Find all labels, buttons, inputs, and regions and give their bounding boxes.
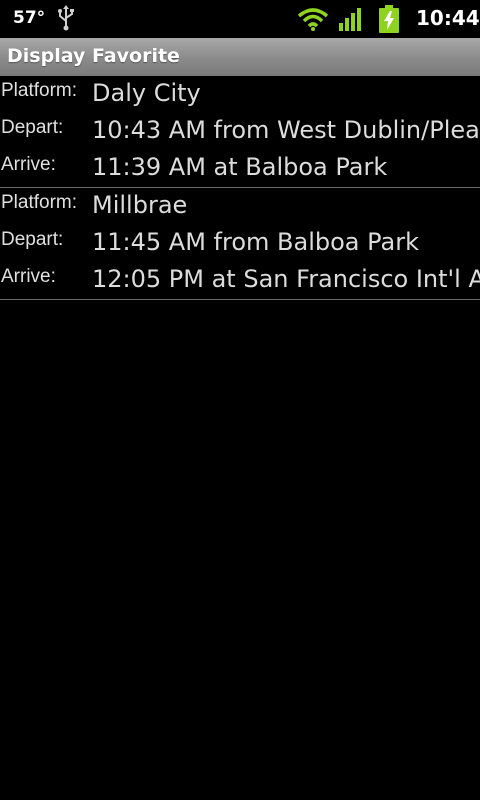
arrive-label: Arrive: [1, 154, 56, 175]
depart-label: Depart: [1, 117, 64, 138]
platform-row: Platform: Daly City [0, 76, 480, 113]
trip-leg: Platform: Daly City Depart: 10:43 AM fro… [0, 76, 480, 188]
battery-charging-icon [379, 5, 399, 33]
arrive-label: Arrive: [1, 266, 56, 287]
depart-value: 11:45 AM from Balboa Park [92, 228, 419, 256]
arrive-row: Arrive: 12:05 PM at San Francisco Int'l … [0, 262, 480, 299]
page-title: Display Favorite [7, 45, 180, 67]
title-bar: Display Favorite [0, 38, 480, 76]
depart-label: Depart: [1, 229, 64, 250]
trip-leg: Platform: Millbrae Depart: 11:45 AM from… [0, 188, 480, 300]
depart-row: Depart: 10:43 AM from West Dublin/Pleasa… [0, 113, 480, 150]
platform-value: Millbrae [92, 191, 188, 219]
wifi-icon [297, 8, 329, 31]
temperature-text: 57° [13, 8, 46, 28]
arrive-row: Arrive: 11:39 AM at Balboa Park [0, 150, 480, 187]
clock-text: 10:44 [416, 6, 480, 30]
platform-label: Platform: [1, 192, 78, 213]
platform-row: Platform: Millbrae [0, 188, 480, 225]
favorite-trip-list: Platform: Daly City Depart: 10:43 AM fro… [0, 76, 480, 300]
platform-value: Daly City [92, 79, 201, 107]
status-bar: 57° 10:44 [0, 0, 480, 38]
arrive-value: 12:05 PM at San Francisco Int'l Airport [92, 265, 480, 293]
signal-icon [339, 8, 361, 31]
depart-row: Depart: 11:45 AM from Balboa Park [0, 225, 480, 262]
platform-label: Platform: [1, 80, 78, 101]
depart-value: 10:43 AM from West Dublin/Pleasanton [92, 116, 480, 144]
arrive-value: 11:39 AM at Balboa Park [92, 153, 388, 181]
usb-icon [58, 5, 74, 31]
